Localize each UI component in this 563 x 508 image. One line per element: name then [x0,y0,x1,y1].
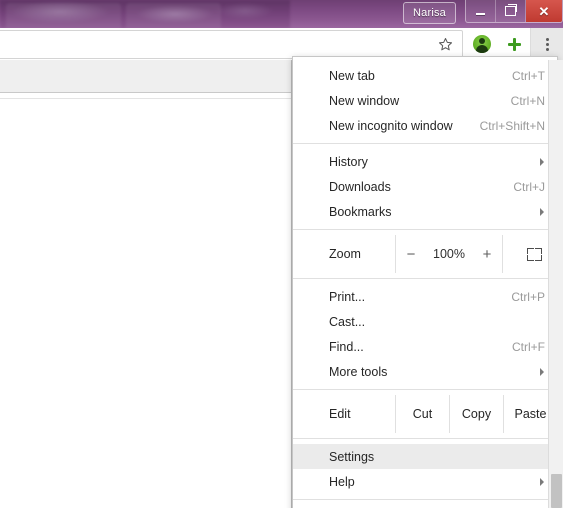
vertical-scrollbar[interactable] [548,60,563,508]
minimize-button[interactable] [466,0,496,22]
menu-item-label: New tab [329,68,375,83]
menu-separator [293,499,557,500]
menu-item-label: New incognito window [329,118,453,133]
menu-item-label: Downloads [329,179,391,194]
menu-item-history[interactable]: History [293,149,557,174]
browser-tab[interactable] [126,3,221,28]
zoom-level-value: 100% [433,247,465,261]
tab-strip-blurred [0,0,290,28]
avatar-icon [473,35,491,53]
menu-item-shortcut: Ctrl+T [512,68,545,83]
menu-item-more-tools[interactable]: More tools [293,359,557,384]
menu-separator [293,229,557,230]
menu-item-bookmarks[interactable]: Bookmarks [293,199,557,224]
minimize-icon [476,13,485,15]
menu-item-new-tab[interactable]: New tab Ctrl+T [293,63,557,88]
chrome-main-menu: New tab Ctrl+T New window Ctrl+N New incogni… [292,56,558,508]
browser-window: Narisa ✕ New tab Ctrl+T New window Ctrl+… [0,0,563,508]
menu-item-new-window[interactable]: New window Ctrl+N [293,88,557,113]
chevron-right-icon [540,207,544,216]
zoom-out-button[interactable]: − [396,241,426,267]
menu-item-downloads[interactable]: Downloads Ctrl+J [293,174,557,199]
fullscreen-icon [527,247,542,261]
profile-avatar-button[interactable] [466,29,498,59]
bookmark-star-icon[interactable] [434,34,456,54]
maximize-icon [505,3,517,16]
window-controls-group: Narisa ✕ [403,0,563,28]
window-controls: ✕ [465,0,563,23]
menu-item-shortcut: Ctrl+J [513,179,545,194]
menu-item-label: History [329,154,368,169]
menu-item-settings[interactable]: Settings [293,444,557,469]
copy-button[interactable]: Copy [449,395,503,433]
zoom-label: Zoom [329,247,361,261]
cut-button[interactable]: Cut [395,395,449,433]
user-profile-label: Narisa [413,7,446,19]
menu-item-shortcut: Ctrl+P [511,289,545,304]
menu-separator [293,278,557,279]
menu-item-shortcut: Ctrl+F [512,339,545,354]
menu-item-new-incognito-window[interactable]: New incognito window Ctrl+Shift+N [293,113,557,138]
plus-icon [507,37,521,51]
edit-label: Edit [329,407,351,421]
page-divider [0,98,291,99]
menu-separator [293,143,557,144]
edit-row: Edit Cut Copy Paste [293,395,557,433]
three-dot-menu-icon [545,37,549,51]
menu-item-label: Settings [329,449,375,464]
menu-separator [293,389,557,390]
address-bar[interactable] [0,30,463,59]
browser-tab[interactable] [6,3,121,28]
chevron-right-icon [540,477,544,486]
scrollbar-thumb[interactable] [551,474,562,508]
menu-item-label: Bookmarks [329,204,392,219]
menu-item-label: Find... [329,339,364,354]
menu-item-label: More tools [329,364,388,379]
page-header-block [0,60,292,93]
chevron-right-icon [540,157,544,166]
add-person-button[interactable] [498,29,530,59]
maximize-button[interactable] [496,0,526,22]
menu-item-print[interactable]: Print... Ctrl+P [293,284,557,309]
menu-item-label: Help [329,474,355,489]
menu-item-help[interactable]: Help [293,469,557,494]
menu-separator [293,438,557,439]
title-bar: Narisa ✕ [0,0,563,28]
close-button[interactable]: ✕ [526,0,562,22]
zoom-row: Zoom −100% + [293,235,557,273]
menu-item-label: Cast... [329,314,366,329]
user-profile-chip[interactable]: Narisa [403,2,456,24]
menu-item-label: New window [329,93,400,108]
zoom-controls: −100% + [395,235,502,273]
zoom-in-button[interactable]: + [472,241,502,267]
menu-item-cast[interactable]: Cast... [293,309,557,334]
chevron-right-icon [540,367,544,376]
menu-item-find[interactable]: Find... Ctrl+F [293,334,557,359]
close-icon: ✕ [538,3,550,19]
menu-item-label: Print... [329,289,366,304]
menu-item-shortcut: Ctrl+Shift+N [479,118,545,133]
menu-item-shortcut: Ctrl+N [510,93,545,108]
